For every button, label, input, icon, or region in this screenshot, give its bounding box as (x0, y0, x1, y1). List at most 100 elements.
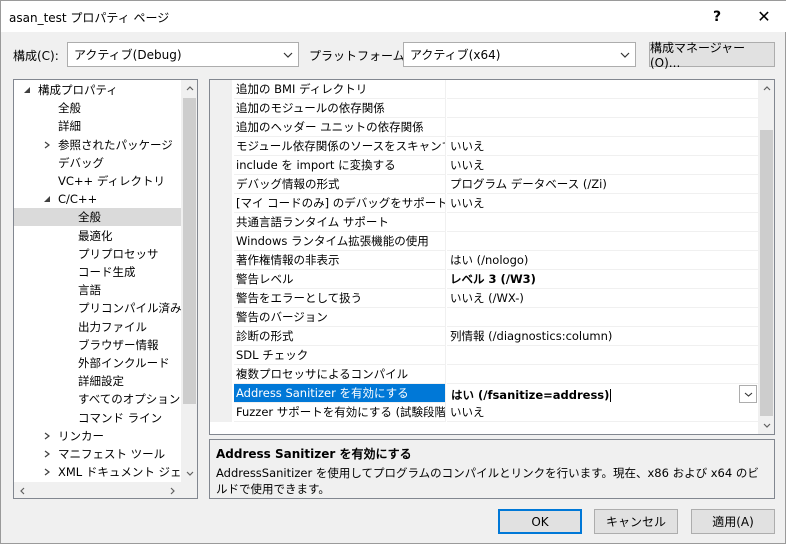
property-row[interactable]: include を import に変換する いいえ (210, 156, 758, 175)
property-value[interactable]: いいえ (447, 194, 758, 213)
cancel-button[interactable]: キャンセル (594, 509, 678, 534)
tree-item[interactable]: XML ドキュメント ジェネレーター (14, 463, 181, 481)
property-value[interactable] (447, 80, 758, 99)
apply-button[interactable]: 適用(A) (691, 509, 775, 534)
property-value[interactable]: いいえ (447, 137, 758, 156)
property-value[interactable]: いいえ (/WX-) (447, 289, 758, 308)
property-row[interactable]: 警告レベル レベル 3 (/W3) (210, 270, 758, 289)
scroll-right-icon[interactable] (164, 482, 181, 498)
property-name[interactable]: 警告をエラーとして扱う (234, 289, 446, 308)
property-value[interactable] (447, 213, 758, 232)
property-name[interactable]: Address Sanitizer を有効にする (234, 384, 446, 403)
tree-item[interactable]: 言語 (14, 281, 181, 299)
tree-item[interactable]: VC++ ディレクトリ (14, 172, 181, 190)
scroll-down-icon[interactable] (181, 465, 197, 482)
tree-item[interactable]: コマンド ライン (14, 409, 181, 427)
tree-item[interactable]: ブラウザー情報 (14, 336, 181, 354)
property-name[interactable]: 警告のバージョン (234, 308, 446, 327)
scroll-up-icon[interactable] (758, 80, 774, 97)
tree-scroll-thumb[interactable] (183, 98, 196, 404)
property-value[interactable] (447, 365, 758, 384)
collapsed-arrow-icon[interactable] (42, 449, 52, 459)
property-name[interactable]: [マイ コードのみ] のデバッグをサポートする (234, 194, 446, 213)
tree-item[interactable]: リンカー (14, 427, 181, 445)
property-name[interactable]: Fuzzer サポートを有効にする (試験段階) (234, 403, 446, 422)
property-value[interactable]: はい (/nologo) (447, 251, 758, 270)
property-row[interactable]: 著作権情報の非表示 はい (/nologo) (210, 251, 758, 270)
tree-item[interactable]: マニフェスト ツール (14, 445, 181, 463)
property-row[interactable]: Windows ランタイム拡張機能の使用 (210, 232, 758, 251)
property-value[interactable] (447, 99, 758, 118)
property-name[interactable]: include を import に変換する (234, 156, 446, 175)
tree-item[interactable]: 参照されたパッケージ (14, 136, 181, 154)
property-value[interactable]: いいえ (447, 403, 758, 422)
scroll-up-icon[interactable] (181, 80, 197, 97)
configuration-manager-button[interactable]: 構成マネージャー(O)... (649, 41, 775, 70)
tree-item[interactable]: 出力ファイル (14, 318, 181, 336)
property-value[interactable] (447, 118, 758, 137)
property-value[interactable]: レベル 3 (/W3) (447, 270, 758, 289)
tree-item[interactable]: 全般 (14, 99, 181, 117)
platform-select[interactable]: アクティブ(x64) (403, 42, 636, 67)
property-name[interactable]: 著作権情報の非表示 (234, 251, 446, 270)
tree-item[interactable]: デバッグ (14, 154, 181, 172)
help-button[interactable]: ? (694, 1, 740, 32)
ok-button[interactable]: OK (498, 509, 582, 534)
chevron-down-icon[interactable] (739, 385, 757, 403)
collapsed-arrow-icon[interactable] (42, 467, 52, 477)
tree-item[interactable]: C/C++ (14, 190, 181, 208)
tree-item[interactable]: プリプロセッサ (14, 245, 181, 263)
property-row[interactable]: 警告をエラーとして扱う いいえ (/WX-) (210, 289, 758, 308)
close-button[interactable]: ✕ (741, 1, 786, 32)
property-name[interactable]: 追加のヘッダー ユニットの依存関係 (234, 118, 446, 137)
property-row[interactable]: 診断の形式 列情報 (/diagnostics:column) (210, 327, 758, 346)
scroll-left-icon[interactable] (14, 482, 31, 498)
property-value-editor[interactable]: はい (/fsanitize=address) (447, 384, 758, 403)
property-value[interactable] (447, 308, 758, 327)
configuration-select[interactable]: アクティブ(Debug) (67, 42, 299, 67)
property-name[interactable]: 追加の BMI ディレクトリ (234, 80, 446, 99)
property-name[interactable]: SDL チェック (234, 346, 446, 365)
property-name[interactable]: 警告レベル (234, 270, 446, 289)
property-row[interactable]: 共通言語ランタイム サポート (210, 213, 758, 232)
property-row[interactable]: [マイ コードのみ] のデバッグをサポートするいいえ (210, 194, 758, 213)
expanded-arrow-icon[interactable] (22, 85, 32, 95)
tree-item[interactable]: 最適化 (14, 227, 181, 245)
expanded-arrow-icon[interactable] (42, 194, 52, 204)
collapsed-arrow-icon[interactable] (42, 140, 52, 150)
property-name[interactable]: 共通言語ランタイム サポート (234, 213, 446, 232)
tree-item[interactable]: 構成プロパティ (14, 81, 181, 99)
property-row[interactable]: デバッグ情報の形式 プログラム データベース (/Zi) (210, 175, 758, 194)
property-grid[interactable]: 追加の BMI ディレクトリ 追加のモジュールの依存関係 追加のヘッダー ユニットの… (209, 79, 775, 435)
property-row[interactable]: Fuzzer サポートを有効にする (試験段階) いいえ (210, 403, 758, 422)
property-row[interactable]: 追加の BMI ディレクトリ (210, 80, 758, 99)
property-name[interactable]: 複数プロセッサによるコンパイル (234, 365, 446, 384)
property-name[interactable]: 追加のモジュールの依存関係 (234, 99, 446, 118)
tree-item[interactable]: すべてのオプション (14, 390, 181, 408)
property-name[interactable]: Windows ランタイム拡張機能の使用 (234, 232, 446, 251)
property-name[interactable]: モジュール依存関係のソースをスキャンする (234, 137, 446, 156)
property-row[interactable]: Address Sanitizer を有効にする はい (/fsanitize=a… (210, 384, 758, 403)
property-value[interactable] (447, 232, 758, 251)
property-value[interactable]: プログラム データベース (/Zi) (447, 175, 758, 194)
tree-item[interactable]: 詳細設定 (14, 372, 181, 390)
tree-item[interactable]: コード生成 (14, 263, 181, 281)
category-tree[interactable]: 構成プロパティ 全般 詳細 参照されたパッケージ デバッグ VC++ ディレクトリ C/C+… (13, 79, 198, 499)
grid-scroll-thumb[interactable] (760, 130, 773, 416)
tree-item[interactable]: 外部インクルード (14, 354, 181, 372)
tree-item[interactable]: 詳細 (14, 117, 181, 135)
grid-vertical-scrollbar[interactable] (758, 80, 774, 434)
property-value[interactable]: 列情報 (/diagnostics:column) (447, 327, 758, 346)
tree-item[interactable]: プリコンパイル済みヘッダー (14, 299, 181, 317)
property-row[interactable]: 追加のヘッダー ユニットの依存関係 (210, 118, 758, 137)
collapsed-arrow-icon[interactable] (42, 431, 52, 441)
tree-horizontal-scrollbar[interactable] (14, 482, 181, 498)
property-name[interactable]: 診断の形式 (234, 327, 446, 346)
tree-vertical-scrollbar[interactable] (181, 80, 197, 482)
property-value[interactable] (447, 346, 758, 365)
property-row[interactable]: 警告のバージョン (210, 308, 758, 327)
property-value[interactable]: いいえ (447, 156, 758, 175)
scroll-down-icon[interactable] (758, 417, 774, 434)
tree-item[interactable]: 全般 (14, 208, 181, 227)
property-row[interactable]: モジュール依存関係のソースをスキャンする いいえ (210, 137, 758, 156)
